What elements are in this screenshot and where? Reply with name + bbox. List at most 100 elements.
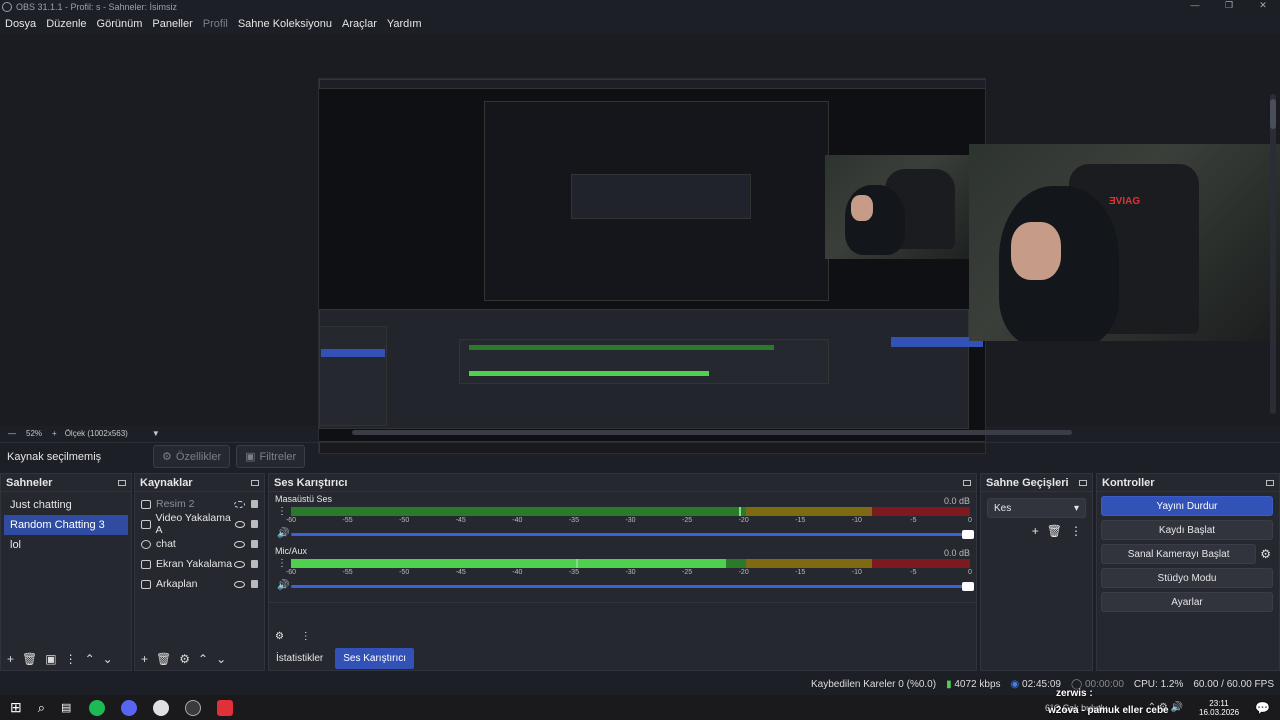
webcam-feed: ƎVIAG [969,144,1280,341]
more-icon[interactable]: ⋮ [277,558,287,569]
discord-icon[interactable] [121,699,138,716]
face [1011,222,1061,280]
float-icon[interactable] [118,479,126,486]
chrome-icon[interactable] [153,699,170,716]
windows-start-icon[interactable]: ⊞ [10,699,22,716]
advanced-audio-icon[interactable]: ⚙ [275,631,284,642]
virtual-camera-button[interactable]: Sanal Kamerayı Başlat [1101,544,1257,564]
scene-item[interactable]: Just chatting [4,495,128,515]
source-item[interactable]: Arkaplan [135,574,264,594]
mixer-header: Ses Karıştırıcı [269,474,976,492]
preview-canvas[interactable] [318,78,986,454]
preview-vertical-scrollbar[interactable] [1270,94,1276,414]
lock-icon[interactable] [251,540,258,548]
trash-icon[interactable]: 🗑 [1047,524,1062,538]
meter-tick-label: -50 [399,517,410,524]
filter-icon[interactable]: ▣ [45,652,56,666]
menu-view[interactable]: Görünüm [92,18,148,30]
properties-button[interactable]: ⚙ Özellikler [153,445,231,468]
source-item[interactable]: Resim 2 [135,494,264,514]
float-icon[interactable] [1266,479,1274,486]
notification-icon[interactable]: 💬 [1255,701,1270,715]
lock-icon[interactable] [251,500,258,508]
preview-area[interactable]: ƎVIAG [0,34,1280,454]
speaker-icon[interactable]: 🔊 [277,528,289,539]
nested-meter-1 [469,345,774,350]
more-icon[interactable]: ⋮ [65,652,77,666]
stream-icon: ◉ [1010,678,1020,690]
nested-meter-2 [469,371,709,376]
scene-item[interactable]: lol [4,535,128,555]
app-icon[interactable] [217,699,234,716]
task-view-icon[interactable]: ▤ [61,701,71,714]
up-icon[interactable]: ⌃ [85,652,95,666]
stop-stream-button[interactable]: Yayını Durdur [1101,496,1273,516]
meter-tick-label: -30 [625,569,636,576]
down-icon[interactable]: ⌄ [216,652,226,666]
lock-icon[interactable] [251,560,258,568]
volume-slider[interactable] [291,582,974,591]
meter-tick-label: -10 [851,569,862,576]
eye-hidden-icon[interactable] [234,500,245,508]
preview-horizontal-scrollbar[interactable] [352,430,1072,435]
transition-select[interactable]: Kes ▾ [987,498,1086,518]
menu-docks[interactable]: Paneller [147,18,197,30]
lock-icon[interactable] [251,580,258,588]
down-icon[interactable]: ⌄ [103,652,113,666]
source-item[interactable]: Ekran Yakalama [135,554,264,574]
settings-button[interactable]: Ayarlar [1101,592,1273,612]
add-icon[interactable]: + [141,652,148,666]
float-icon[interactable] [251,479,259,486]
clock[interactable]: 23:11 16.03.2026 [1199,699,1239,717]
float-icon[interactable] [1079,479,1087,486]
more-icon[interactable]: ⋮ [1070,524,1082,538]
minimize-icon[interactable]: — [1178,0,1212,11]
menu-tools[interactable]: Araçlar [337,18,382,30]
more-icon[interactable]: ⋮ [277,506,287,517]
menu-file[interactable]: Dosya [0,18,41,30]
eye-icon[interactable] [234,520,246,528]
spotify-icon[interactable] [89,699,106,716]
trash-icon[interactable]: 🗑 [22,652,37,666]
scenes-dock: Sahneler Just chatting Random Chatting 3… [0,473,132,671]
eye-icon[interactable] [234,560,245,568]
filters-button[interactable]: ▣ Filtreler [236,445,306,468]
source-item[interactable]: chat [135,534,264,554]
menu-profile[interactable]: Profil [198,18,233,30]
speaker-icon[interactable]: 🔊 [277,580,289,591]
gear-icon[interactable]: ⚙ [179,652,190,666]
add-icon[interactable]: + [7,652,14,666]
tab-stats[interactable]: İstatistikler [268,648,331,669]
menu-help[interactable]: Yardım [382,18,427,30]
cpu-usage: CPU: 1.2% [1133,678,1184,690]
scale-dropdown-icon[interactable]: ▼ [152,429,160,438]
nested-preview-deep [571,174,751,219]
more-icon[interactable]: ⋮ [301,631,311,642]
studio-mode-button[interactable]: Stüdyo Modu [1101,568,1273,588]
meter-tick-label: -15 [795,569,806,576]
tab-mixer[interactable]: Ses Karıştırıcı [335,648,415,669]
up-icon[interactable]: ⌃ [198,652,208,666]
window-title: OBS 31.1.1 - Profil: s - Sahneler: İsims… [16,2,178,12]
source-item[interactable]: Video Yakalama A [135,512,264,536]
scenes-toolbar: + 🗑 ▣ ⋮ ⌃ ⌄ [1,648,131,670]
zoom-out-button[interactable]: — [8,429,16,438]
scene-item-active[interactable]: Random Chatting 3 [4,515,128,535]
start-recording-button[interactable]: Kaydı Başlat [1101,520,1273,540]
search-icon[interactable]: ⌕ [38,700,45,716]
maximize-icon[interactable]: ❐ [1212,0,1246,11]
meter-tick-label: -60 [285,517,297,524]
gear-icon[interactable]: ⚙ [1260,547,1271,561]
menu-edit[interactable]: Düzenle [41,18,91,30]
trash-icon[interactable]: 🗑 [156,652,171,666]
zoom-in-button[interactable]: + [52,429,57,438]
eye-icon[interactable] [234,540,245,548]
float-icon[interactable] [963,479,971,486]
close-icon[interactable]: ✕ [1246,0,1280,11]
volume-slider[interactable] [291,530,974,539]
eye-icon[interactable] [234,580,245,588]
lock-icon[interactable] [251,520,259,528]
add-icon[interactable]: + [1032,524,1039,538]
obs-icon[interactable] [185,699,202,716]
menu-scene-collection[interactable]: Sahne Koleksiyonu [233,18,337,30]
